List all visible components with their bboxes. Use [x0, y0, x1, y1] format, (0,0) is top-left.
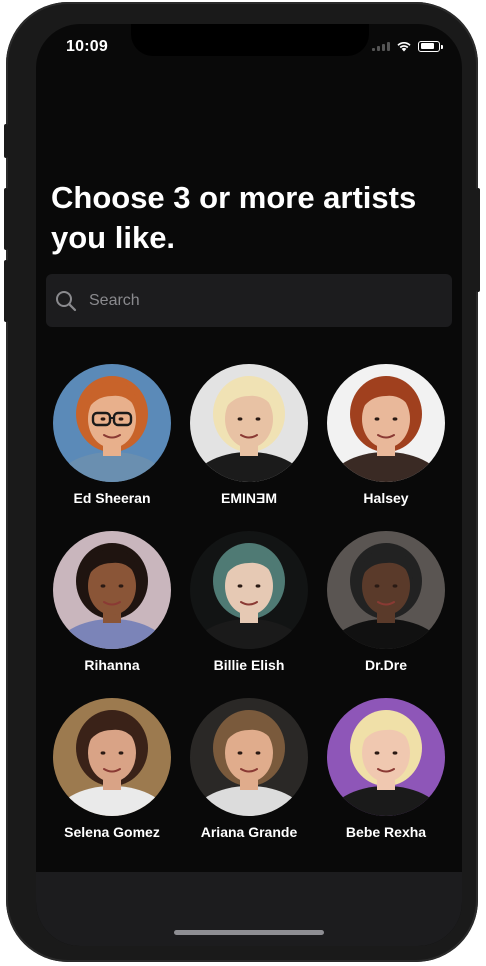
- notch: [131, 24, 369, 56]
- artist-item[interactable]: EMINƎM: [189, 364, 309, 506]
- artist-portrait: [190, 364, 308, 482]
- power-button: [476, 188, 480, 292]
- wifi-icon: [397, 41, 411, 52]
- artist-avatar[interactable]: [190, 531, 308, 649]
- artist-portrait: [327, 698, 445, 816]
- search-input[interactable]: [87, 290, 411, 311]
- volume-down-button: [4, 260, 8, 322]
- device-frame: 10:09 Choose 3 or more artists you like.: [4, 2, 480, 962]
- artist-item[interactable]: Ed Sheeran: [52, 364, 172, 506]
- home-indicator: [174, 930, 324, 935]
- cellular-signal-icon: [372, 41, 390, 51]
- artist-name: Selena Gomez: [64, 824, 160, 840]
- artist-portrait: [190, 698, 308, 816]
- artist-item[interactable]: Bebe Rexha: [326, 698, 446, 840]
- artist-name: Halsey: [363, 490, 409, 506]
- artist-avatar[interactable]: [53, 531, 171, 649]
- artist-avatar[interactable]: [53, 698, 171, 816]
- search-bar[interactable]: [46, 274, 452, 327]
- artist-item[interactable]: Ariana Grande: [189, 698, 309, 840]
- artist-portrait: [53, 364, 171, 482]
- artist-portrait: [190, 531, 308, 649]
- artist-portrait: [53, 698, 171, 816]
- artist-portrait: [327, 531, 445, 649]
- status-time: 10:09: [66, 38, 108, 55]
- artist-name: Ariana Grande: [200, 824, 298, 840]
- screen: 10:09 Choose 3 or more artists you like.: [36, 24, 462, 946]
- artist-item[interactable]: Rihanna: [52, 531, 172, 673]
- page-title: Choose 3 or more artists you like.: [51, 180, 417, 255]
- artist-name: Ed Sheeran: [73, 490, 151, 506]
- mute-switch: [4, 124, 8, 158]
- artist-avatar[interactable]: [327, 698, 445, 816]
- artist-name: Dr.Dre: [364, 657, 408, 673]
- artist-item[interactable]: Selena Gomez: [52, 698, 172, 840]
- artist-name: EMINƎM: [221, 490, 277, 506]
- artist-item[interactable]: Halsey: [326, 364, 446, 506]
- artist-item[interactable]: Dr.Dre: [326, 531, 446, 673]
- artist-portrait: [327, 364, 445, 482]
- search-icon: [54, 289, 78, 313]
- artist-name: Billie Elish: [213, 657, 285, 673]
- artist-avatar[interactable]: [190, 698, 308, 816]
- artist-avatar[interactable]: [190, 364, 308, 482]
- artist-name: Rihanna: [84, 657, 140, 673]
- artist-avatar[interactable]: [327, 531, 445, 649]
- artist-avatar[interactable]: [327, 364, 445, 482]
- artist-avatar[interactable]: [53, 364, 171, 482]
- battery-icon: [418, 40, 443, 52]
- volume-up-button: [4, 188, 8, 250]
- artist-item[interactable]: Billie Elish: [189, 531, 309, 673]
- artist-name: Bebe Rexha: [345, 824, 427, 840]
- battery-level: [420, 43, 435, 49]
- artist-grid: Ed Sheeran EMINƎM Halsey Rihanna Billie Elis…: [52, 364, 448, 840]
- status-icons: [372, 40, 443, 52]
- artist-portrait: [53, 531, 171, 649]
